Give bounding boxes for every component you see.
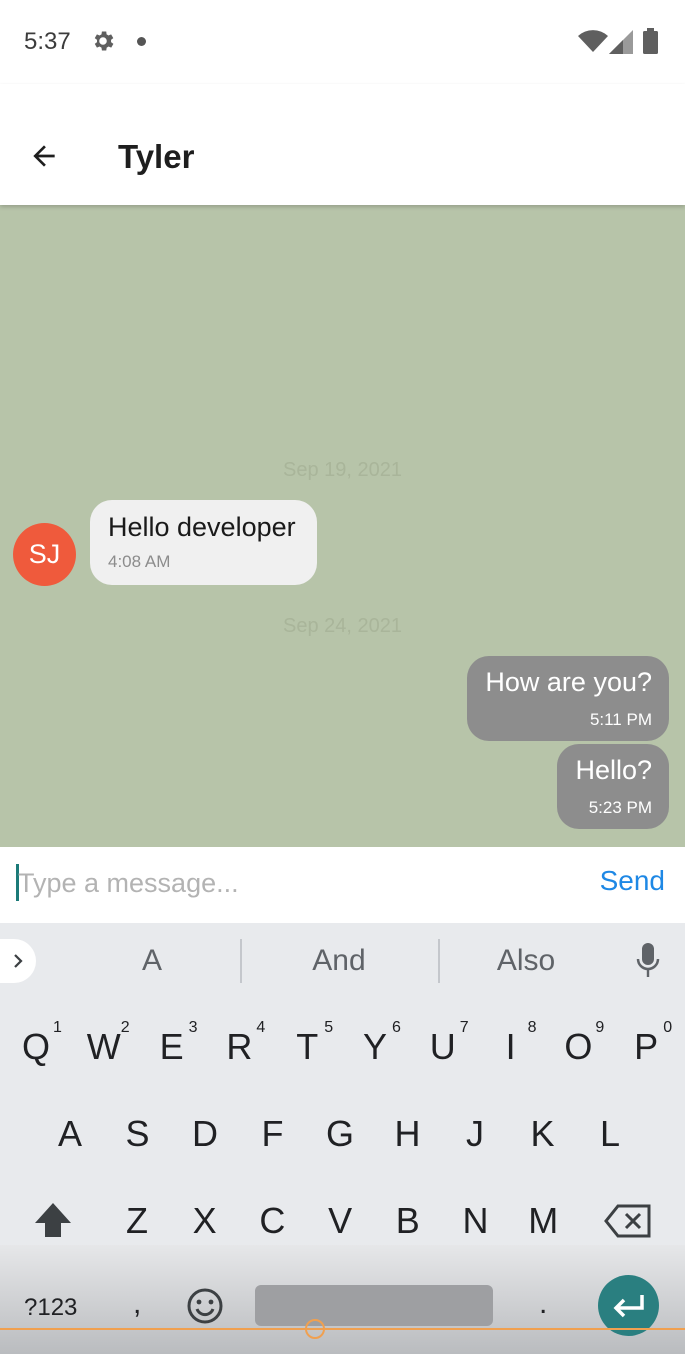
key-v[interactable]: V (310, 1200, 370, 1242)
gesture-trail-dot (305, 1319, 325, 1339)
key-hint: 2 (120, 1019, 130, 1036)
key-hint: 8 (527, 1019, 537, 1036)
key-hint: 3 (188, 1019, 198, 1036)
message-text: Hello? (575, 755, 652, 785)
enter-button[interactable] (598, 1275, 659, 1336)
key-n[interactable]: N (446, 1200, 506, 1242)
key-s[interactable]: S (108, 1113, 168, 1155)
period-key[interactable]: . (539, 1287, 547, 1321)
key-j[interactable]: J (445, 1113, 505, 1155)
symbols-key[interactable]: ?123 (24, 1294, 77, 1322)
key-a[interactable]: A (40, 1113, 100, 1155)
wifi-icon (578, 30, 608, 52)
key-k[interactable]: K (513, 1113, 573, 1155)
suggestion-item[interactable]: A (112, 944, 192, 978)
gesture-trail-line (0, 1328, 685, 1330)
message-text: How are you? (485, 667, 652, 697)
battery-icon (643, 28, 658, 54)
key-hint: 1 (53, 1019, 62, 1036)
enter-icon (613, 1294, 644, 1317)
message-bubble-incoming[interactable]: Hello developer 4:08 AM (90, 500, 317, 585)
message-time: 5:23 PM (588, 798, 652, 817)
avatar-initials: SJ (28, 539, 61, 569)
key-c[interactable]: C (242, 1200, 302, 1242)
microphone-icon[interactable] (636, 943, 660, 979)
key-x[interactable]: X (175, 1200, 235, 1242)
signal-icon (609, 30, 633, 54)
comma-key[interactable]: , (133, 1287, 141, 1321)
on-screen-keyboard: A And Also Q1W2E3R4T5Y6U7I8O9P0 ASDFGHJK… (0, 923, 685, 1354)
message-time: 5:11 PM (589, 710, 652, 729)
key-hint: 5 (324, 1019, 334, 1036)
status-time: 5:37 (24, 28, 71, 55)
key-hint: 6 (392, 1019, 401, 1036)
key-hint: 7 (459, 1019, 469, 1036)
message-bubble-outgoing[interactable]: Hello? 5:23 PM (557, 744, 669, 829)
key-z[interactable]: Z (107, 1200, 167, 1242)
spacebar[interactable] (255, 1285, 493, 1326)
suggestion-item[interactable]: And (289, 944, 389, 978)
key-b[interactable]: B (378, 1200, 438, 1242)
key-l[interactable]: L (580, 1113, 640, 1155)
suggestion-divider (438, 939, 440, 983)
page-title: Tyler (118, 138, 195, 175)
chevron-right-icon (14, 954, 23, 968)
date-separator: Sep 24, 2021 (283, 615, 402, 637)
suggestion-bar: A And Also (0, 923, 685, 1000)
expand-toolbar-button[interactable] (0, 939, 36, 983)
key-d[interactable]: D (175, 1113, 235, 1155)
backspace-icon[interactable] (604, 1204, 652, 1238)
status-bar: 5:37 (0, 0, 685, 84)
message-composer: Send (0, 847, 685, 923)
send-button[interactable]: Send (600, 865, 665, 897)
arrow-left-icon (33, 145, 55, 167)
back-button[interactable] (22, 134, 66, 178)
suggestion-item[interactable]: Also (476, 944, 576, 978)
suggestion-divider (240, 939, 242, 983)
message-text: Hello developer (108, 512, 296, 542)
key-h[interactable]: H (378, 1113, 438, 1155)
message-bubble-outgoing[interactable]: How are you? 5:11 PM (467, 656, 669, 741)
gear-icon (94, 31, 114, 51)
app-bar: Tyler (0, 84, 685, 205)
message-time: 4:08 AM (108, 552, 171, 571)
key-g[interactable]: G (310, 1113, 370, 1155)
key-hint: 0 (663, 1019, 673, 1036)
key-hint: 9 (595, 1019, 605, 1036)
emoji-icon[interactable] (186, 1287, 224, 1325)
avatar[interactable]: SJ (13, 523, 76, 586)
key-hint: 4 (256, 1019, 266, 1036)
shift-icon[interactable] (33, 1201, 73, 1239)
date-separator: Sep 19, 2021 (283, 459, 402, 481)
key-m[interactable]: M (513, 1200, 573, 1242)
key-f[interactable]: F (243, 1113, 303, 1155)
message-input[interactable] (18, 861, 578, 905)
chat-area[interactable]: Sep 19, 2021 SJ Hello developer 4:08 AM … (0, 205, 685, 847)
notification-dot-icon (137, 37, 146, 46)
